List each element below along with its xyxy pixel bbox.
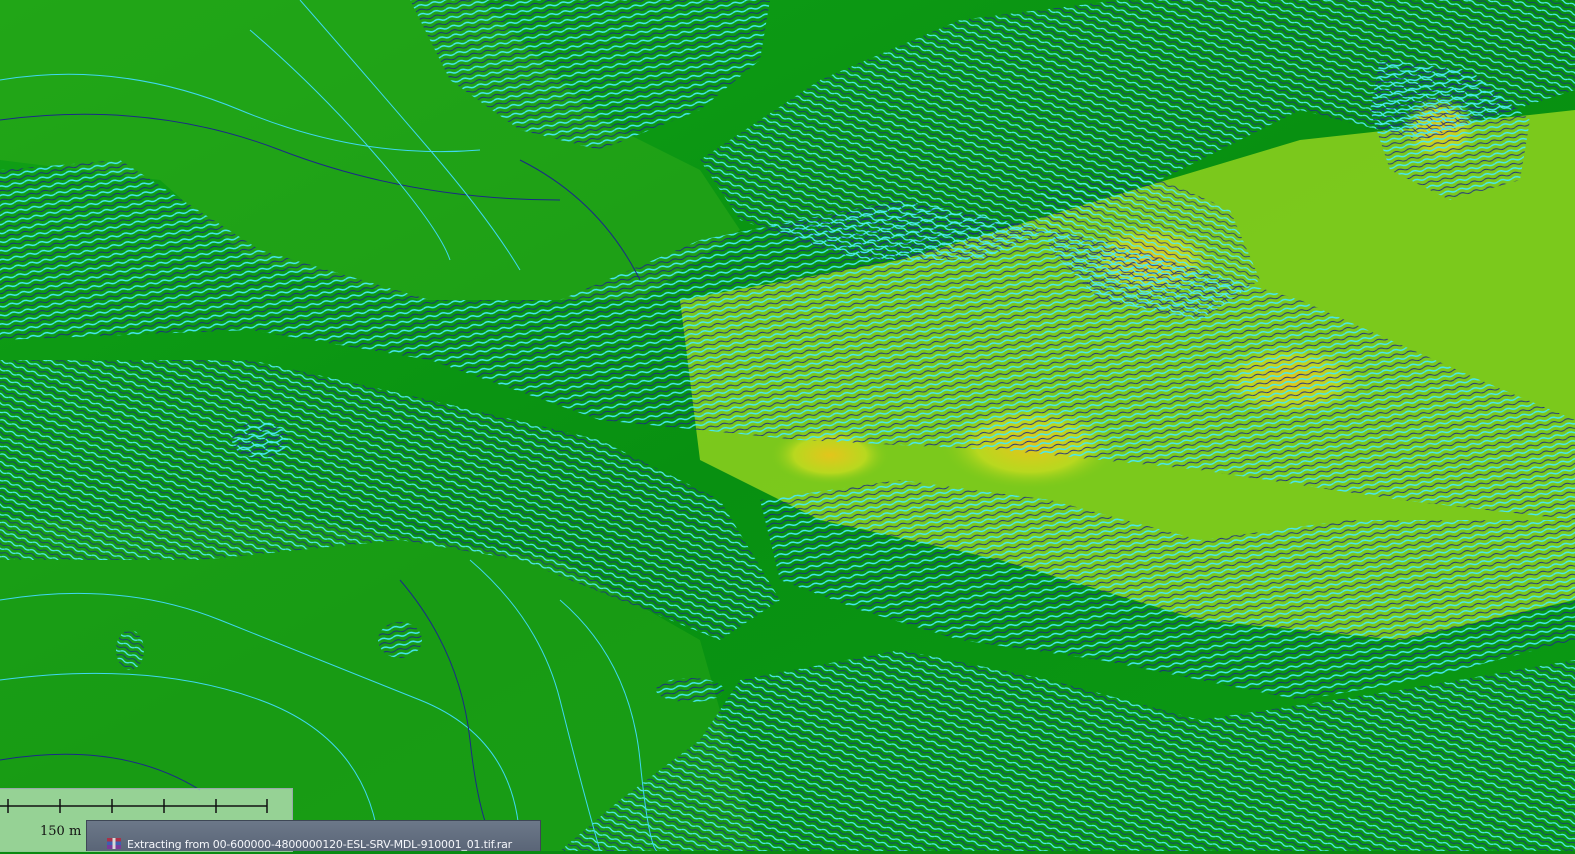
- elevation-map[interactable]: [0, 0, 1575, 851]
- scale-bar-label: 150 m: [40, 824, 82, 839]
- extraction-progress-window[interactable]: Extracting from 00-600000-4800000120-ESL…: [86, 820, 541, 851]
- winrar-archive-icon: [106, 835, 122, 849]
- progress-window-title: Extracting from 00-600000-4800000120-ESL…: [127, 838, 512, 851]
